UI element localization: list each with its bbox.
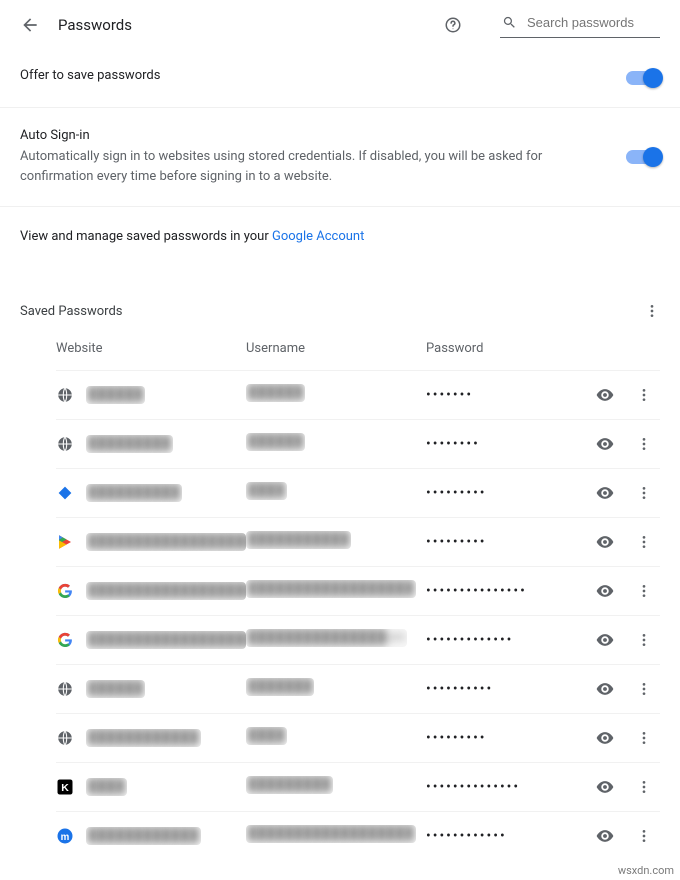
username-value: ████ — [246, 727, 287, 745]
password-masked: ••••••••• — [426, 534, 487, 550]
row-more-icon[interactable] — [636, 534, 652, 550]
password-masked: ••••••••• — [426, 730, 487, 746]
site-favicon — [56, 582, 74, 600]
watermark: wsxdn.com — [618, 864, 674, 877]
table-header: Website Username Password — [56, 329, 660, 370]
table-row: █████████████•••••••••••••• — [56, 762, 660, 811]
show-password-icon[interactable] — [595, 679, 615, 699]
table-row: ██████████████••••••••• — [56, 468, 660, 517]
help-icon[interactable] — [444, 16, 462, 34]
site-name[interactable]: ████████████ — [86, 729, 201, 747]
row-more-icon[interactable] — [636, 583, 652, 599]
auto-signin-desc: Automatically sign in to websites using … — [20, 147, 586, 186]
show-password-icon[interactable] — [595, 581, 615, 601]
site-name[interactable]: █████████ — [86, 435, 173, 453]
username-value: ███████████ — [246, 531, 351, 549]
page-title: Passwords — [58, 16, 132, 34]
search-input[interactable] — [525, 14, 658, 31]
username-value: ██████ — [246, 384, 305, 402]
search-icon — [502, 15, 517, 30]
offer-to-save-toggle[interactable] — [626, 71, 660, 85]
site-name[interactable]: ██████████ — [86, 484, 182, 502]
table-row: ████████████████••••••••• — [56, 713, 660, 762]
col-password: Password — [426, 341, 582, 356]
manage-passwords-line: View and manage saved passwords in your … — [0, 207, 680, 279]
row-more-icon[interactable] — [636, 632, 652, 648]
site-favicon — [56, 778, 74, 796]
site-name[interactable]: ████ — [86, 778, 127, 796]
password-masked: ••••••••••••••• — [426, 583, 527, 599]
table-row: █████████████████████████████████om •••••… — [56, 615, 660, 664]
password-masked: •••••••••• — [426, 681, 493, 697]
show-password-icon[interactable] — [595, 532, 615, 552]
username-value: █████████ — [246, 776, 333, 794]
row-more-icon[interactable] — [636, 730, 652, 746]
site-favicon — [56, 827, 74, 845]
password-masked: ••••••• — [426, 387, 473, 403]
password-masked: •••••••••••• — [426, 828, 507, 844]
auto-signin-toggle[interactable] — [626, 150, 660, 164]
col-website: Website — [56, 341, 246, 356]
auto-signin-label: Auto Sign-in — [20, 128, 586, 143]
show-password-icon[interactable] — [595, 434, 615, 454]
site-name[interactable]: ██████████████████ — [86, 631, 246, 649]
show-password-icon[interactable] — [595, 385, 615, 405]
username-value: ██████████████████ — [246, 825, 416, 843]
site-favicon — [56, 484, 74, 502]
table-row: ███████████████•••••••• — [56, 419, 660, 468]
row-more-icon[interactable] — [636, 387, 652, 403]
col-username: Username — [246, 341, 426, 356]
password-masked: ••••••••• — [426, 485, 487, 501]
saved-passwords-heading: Saved Passwords — [20, 304, 644, 319]
site-favicon — [56, 386, 74, 404]
site-name[interactable]: ██████████████████ — [86, 533, 246, 551]
password-masked: •••••••••••••• — [426, 779, 520, 795]
site-name[interactable]: ████████████ — [86, 827, 201, 845]
username-value: ██████████████████ — [246, 580, 416, 598]
username-value: ████ — [246, 482, 287, 500]
site-favicon — [56, 533, 74, 551]
site-favicon — [56, 435, 74, 453]
saved-passwords-more-icon[interactable] — [644, 303, 660, 319]
passwords-table: Website Username Password ████████████••… — [0, 329, 680, 860]
show-password-icon[interactable] — [595, 728, 615, 748]
username-value: ██████ — [246, 433, 305, 451]
username-value: ███████ — [246, 678, 314, 696]
offer-to-save-row: Offer to save passwords — [0, 48, 680, 108]
google-account-link[interactable]: Google Account — [272, 229, 364, 244]
table-row: ██████████████████████████████••••••••••… — [56, 811, 660, 860]
table-row: █████████████•••••••••• — [56, 664, 660, 713]
table-row: █████████████████████████████ ••••••••• — [56, 517, 660, 566]
site-name[interactable]: ██████ — [86, 680, 145, 698]
row-more-icon[interactable] — [636, 681, 652, 697]
site-name[interactable]: ██████████████████ — [86, 582, 246, 600]
row-more-icon[interactable] — [636, 779, 652, 795]
site-name[interactable]: ██████ — [86, 386, 145, 404]
row-more-icon[interactable] — [636, 485, 652, 501]
show-password-icon[interactable] — [595, 483, 615, 503]
row-more-icon[interactable] — [636, 436, 652, 452]
username-value: ███████████████om — [246, 629, 407, 647]
show-password-icon[interactable] — [595, 630, 615, 650]
back-icon[interactable] — [20, 15, 40, 35]
site-favicon — [56, 680, 74, 698]
row-more-icon[interactable] — [636, 828, 652, 844]
table-row: ████████████████████████████████████ ••••… — [56, 566, 660, 615]
offer-to-save-label: Offer to save passwords — [20, 68, 586, 83]
manage-prefix: View and manage saved passwords in your — [20, 229, 272, 244]
password-masked: ••••••••••••• — [426, 632, 513, 648]
auto-signin-row: Auto Sign-in Automatically sign in to we… — [0, 108, 680, 207]
site-favicon — [56, 729, 74, 747]
search-passwords[interactable] — [500, 12, 660, 38]
site-favicon — [56, 631, 74, 649]
show-password-icon[interactable] — [595, 826, 615, 846]
password-masked: •••••••• — [426, 436, 480, 452]
show-password-icon[interactable] — [595, 777, 615, 797]
table-row: ██████ ██████ ••••••• — [56, 370, 660, 419]
